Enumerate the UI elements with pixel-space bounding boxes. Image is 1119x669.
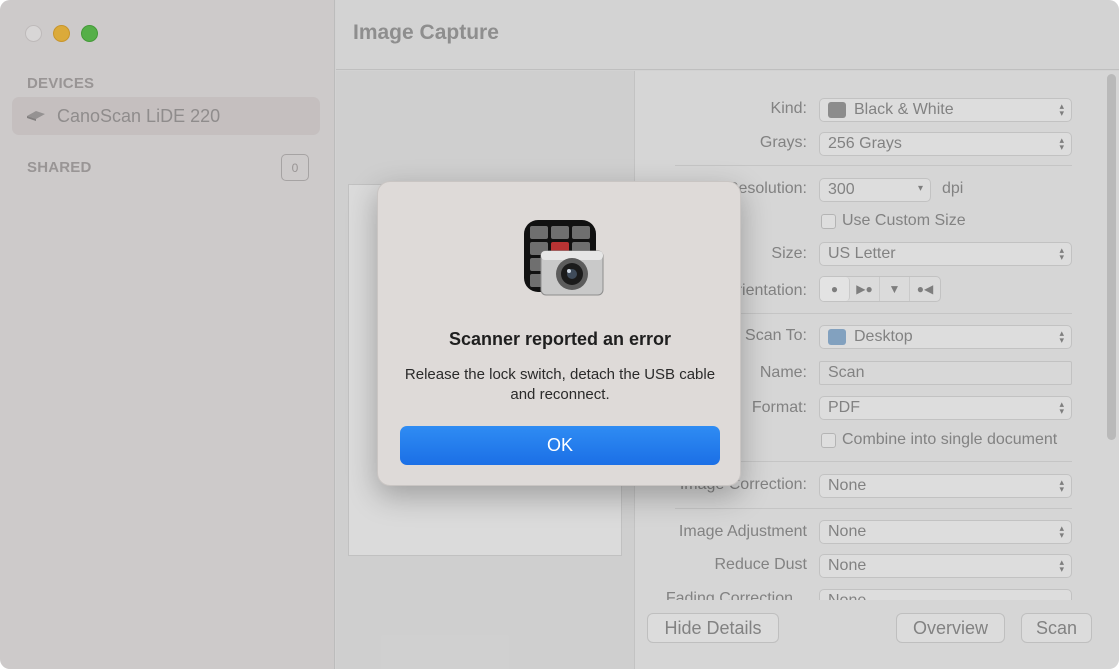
ok-button[interactable]: OK [400, 426, 720, 465]
image-capture-app-icon [523, 218, 605, 298]
alert-message: Release the lock switch, detach the USB … [404, 366, 716, 403]
alert-title: Scanner reported an error [448, 329, 672, 349]
image-capture-window: DEVICES CanoScan LiDE 220 SHARED 0 Image… [0, 0, 1119, 669]
error-alert-dialog: Scanner reported an error Release the lo… [377, 181, 741, 486]
